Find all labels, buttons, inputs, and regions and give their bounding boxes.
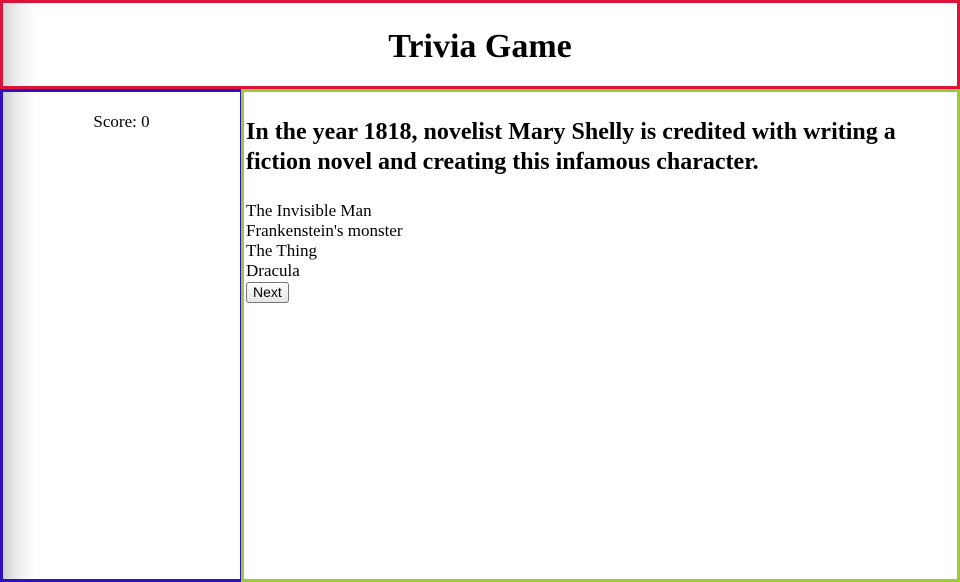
trivia-page: Trivia Game Score: 0 In the year 1818, n… bbox=[0, 0, 960, 582]
score-sidebar: Score: 0 bbox=[0, 89, 243, 582]
score-display: Score: 0 bbox=[3, 112, 240, 132]
header: Trivia Game bbox=[0, 0, 960, 89]
question-panel: In the year 1818, novelist Mary Shelly i… bbox=[241, 89, 960, 582]
next-button[interactable]: Next bbox=[246, 282, 289, 303]
answer-option[interactable]: The Thing bbox=[246, 241, 957, 261]
score-label: Score: bbox=[93, 112, 137, 131]
answer-option[interactable]: Frankenstein's monster bbox=[246, 221, 957, 241]
answer-option[interactable]: Dracula bbox=[246, 261, 957, 281]
answer-option[interactable]: The Invisible Man bbox=[246, 201, 957, 221]
answer-list: The Invisible Man Frankenstein's monster… bbox=[246, 201, 957, 281]
score-value: 0 bbox=[141, 112, 150, 131]
question-text: In the year 1818, novelist Mary Shelly i… bbox=[246, 119, 896, 175]
page-title: Trivia Game bbox=[388, 27, 572, 65]
